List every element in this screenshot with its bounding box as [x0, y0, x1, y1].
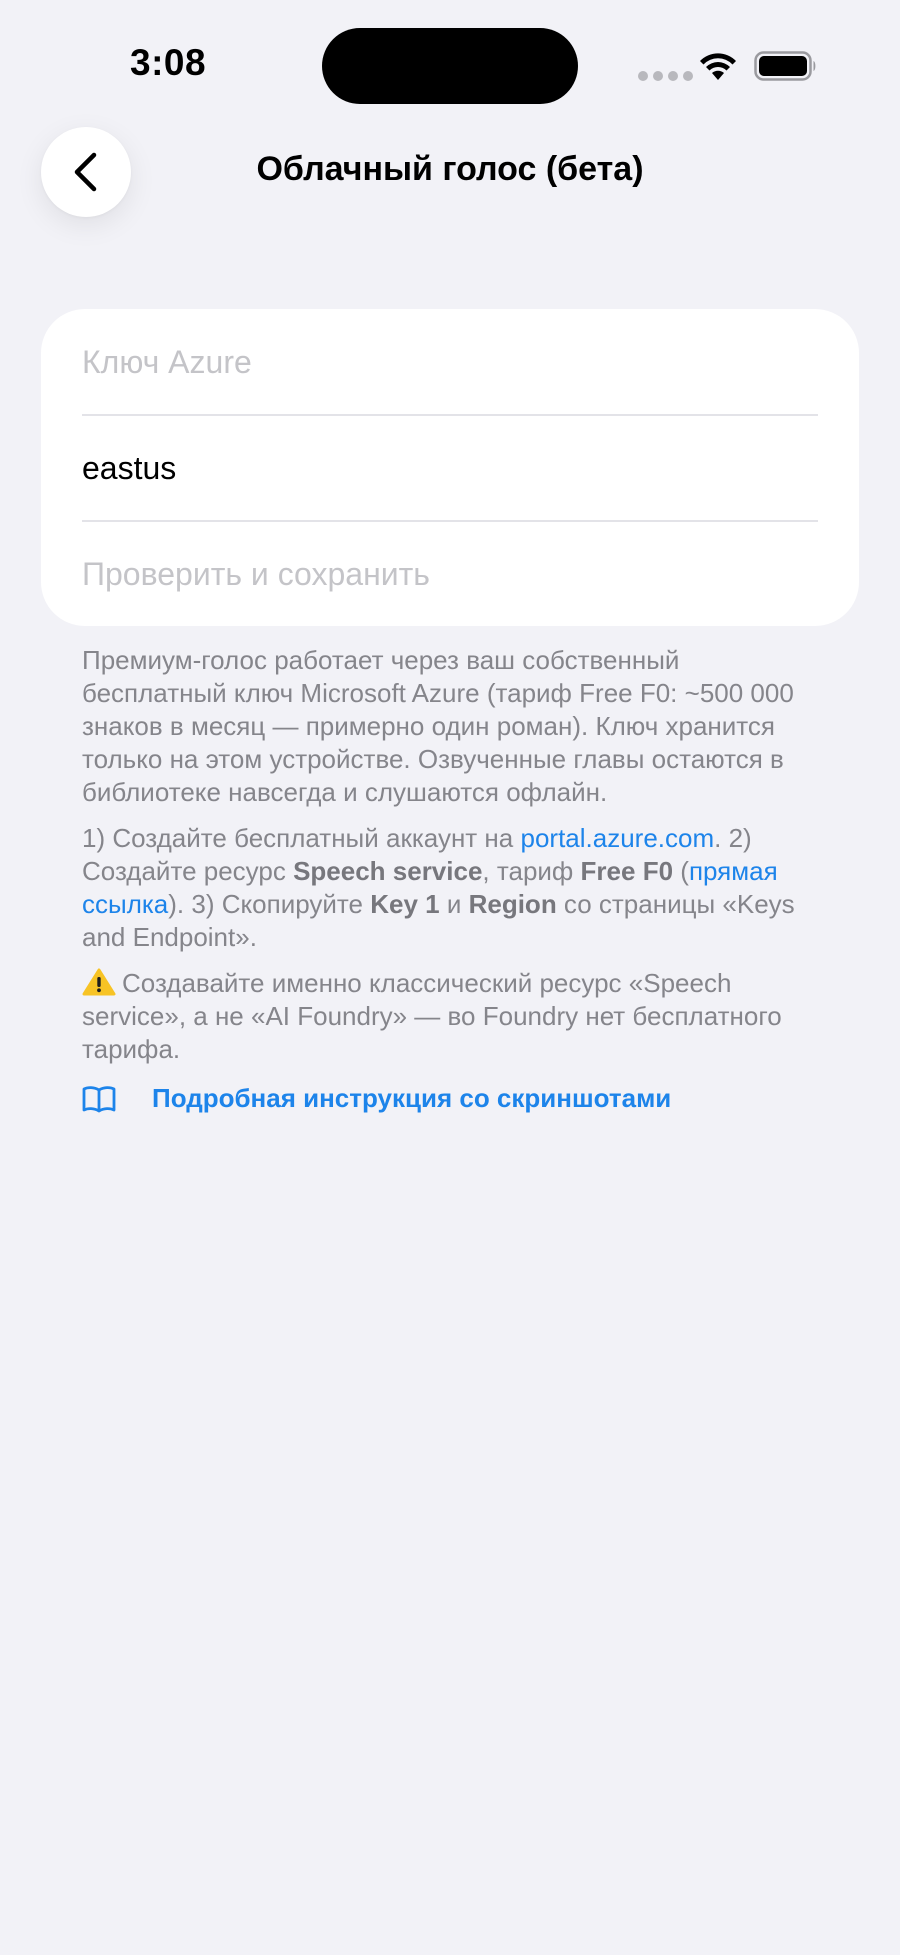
azure-settings-form: Проверить и сохранить — [41, 309, 859, 626]
setup-steps: 1) Создайте бесплатный аккаунт на portal… — [82, 823, 795, 952]
azure-key-row — [82, 309, 818, 415]
azure-key-input[interactable] — [82, 343, 818, 381]
portal-azure-link[interactable]: portal.azure.com — [520, 823, 714, 853]
description-text: Премиум-голос работает через ваш собстве… — [82, 645, 794, 807]
warning-text: Создавайте именно классический ресурс «S… — [82, 968, 782, 1064]
page-title: Облачный голос (бета) — [256, 150, 644, 188]
warning-icon — [82, 968, 116, 996]
book-icon — [82, 1085, 116, 1112]
battery-icon — [754, 51, 816, 81]
info-section: Премиум-голос работает через ваш собстве… — [82, 644, 822, 1079]
status-time: 3:08 — [130, 42, 207, 83]
cellular-signal-icon — [638, 71, 693, 81]
dynamic-island — [322, 28, 578, 104]
wifi-icon — [700, 53, 736, 80]
verify-and-save-button[interactable]: Проверить и сохранить — [82, 521, 818, 626]
region-row — [82, 415, 818, 521]
screen: 3:08 Облачный голос (бета) Проверить и с… — [0, 0, 900, 1955]
region-input[interactable] — [82, 449, 818, 487]
guide-link-label: Подробная инструкция со скриншотами — [152, 1083, 672, 1113]
screenshot-guide-link[interactable]: Подробная инструкция со скриншотами — [82, 1083, 671, 1114]
